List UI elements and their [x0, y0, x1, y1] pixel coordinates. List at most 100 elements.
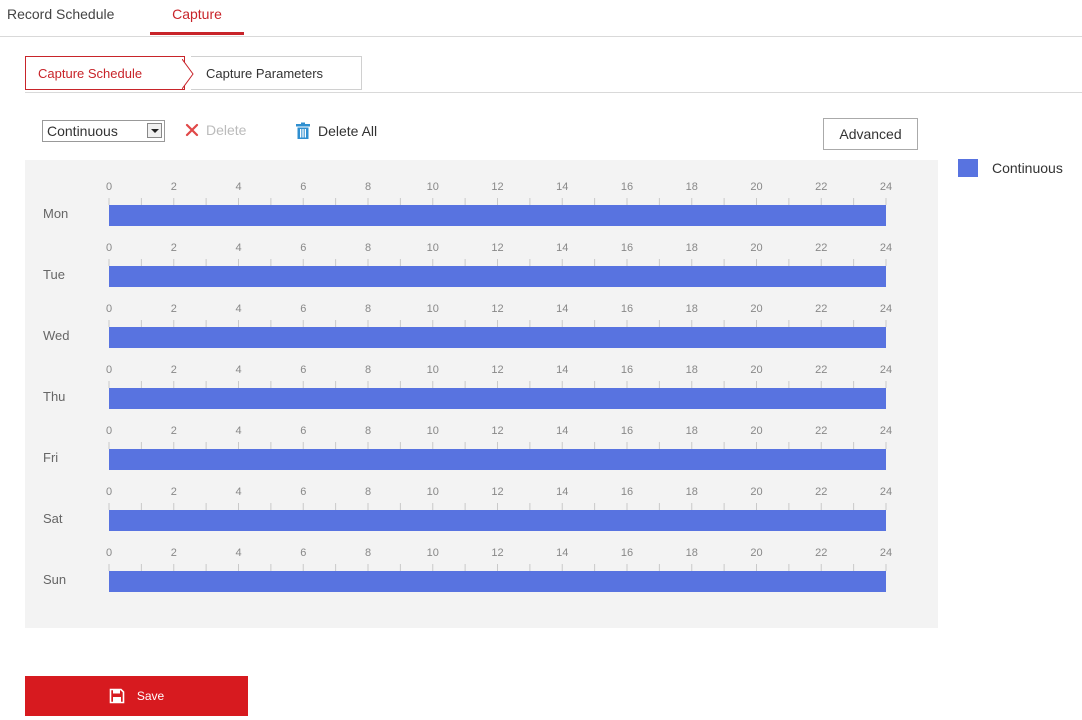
- hour-tick-label: 16: [621, 242, 633, 254]
- hour-tick-label: 24: [880, 242, 892, 254]
- hour-tick-label: 6: [300, 364, 306, 376]
- hour-tick-label: 20: [750, 364, 762, 376]
- hour-tick-label: 2: [171, 242, 177, 254]
- hour-tick-label: 8: [365, 364, 371, 376]
- hour-tick-label: 22: [815, 364, 827, 376]
- hour-tick-label: 20: [750, 303, 762, 315]
- hour-tick-label: 20: [750, 486, 762, 498]
- delete-label: Delete: [206, 122, 247, 138]
- hour-tick-label: 4: [235, 242, 241, 254]
- hour-tick-label: 4: [235, 425, 241, 437]
- tab-capture-parameters[interactable]: Capture Parameters: [191, 56, 362, 90]
- schedule-bar-mon[interactable]: [109, 205, 886, 226]
- sub-tab-bar: Capture Schedule Capture Parameters: [25, 56, 1082, 93]
- hour-tick-label: 2: [171, 547, 177, 559]
- schedule-bar-tue[interactable]: [109, 266, 886, 287]
- hour-tick-label: 14: [556, 303, 568, 315]
- hour-tick-label: 0: [106, 364, 112, 376]
- hour-tick-label: 10: [427, 547, 439, 559]
- dropdown-arrow-icon[interactable]: [147, 123, 162, 138]
- hour-tick-label: 22: [815, 181, 827, 193]
- day-label: Thu: [43, 389, 65, 404]
- hour-tick-label: 10: [427, 242, 439, 254]
- hour-tick-label: 24: [880, 486, 892, 498]
- delete-button[interactable]: Delete: [184, 122, 246, 138]
- schedule-bar-sun[interactable]: [109, 571, 886, 592]
- hour-tick-label: 2: [171, 364, 177, 376]
- hour-tick-label: 24: [880, 364, 892, 376]
- hour-tick-label: 4: [235, 181, 241, 193]
- tab-record-schedule[interactable]: Record Schedule: [7, 6, 114, 22]
- save-button[interactable]: Save: [25, 676, 248, 716]
- hour-tick-label: 22: [815, 547, 827, 559]
- hour-tick-label: 20: [750, 181, 762, 193]
- hour-tick-label: 8: [365, 425, 371, 437]
- hour-tick-label: 18: [686, 364, 698, 376]
- schedule-bar-thu[interactable]: [109, 388, 886, 409]
- schedule-bar-fri[interactable]: [109, 449, 886, 470]
- hour-tick-label: 18: [686, 425, 698, 437]
- hour-tick-label: 22: [815, 303, 827, 315]
- hour-tick-label: 2: [171, 303, 177, 315]
- hour-tick-label: 20: [750, 547, 762, 559]
- hour-tick-label: 10: [427, 364, 439, 376]
- schedule-toolbar: Continuous Delete Delete All Advanced: [42, 118, 922, 150]
- hour-tick-label: 16: [621, 303, 633, 315]
- hour-tick-label: 12: [491, 425, 503, 437]
- top-tab-bar: Record Schedule Capture: [0, 0, 1082, 37]
- hour-tick-label: 12: [491, 547, 503, 559]
- legend-label: Continuous: [992, 160, 1063, 176]
- hour-tick-label: 18: [686, 486, 698, 498]
- day-label: Sat: [43, 511, 63, 526]
- hour-tick-label: 22: [815, 242, 827, 254]
- hour-tick-label: 10: [427, 425, 439, 437]
- hour-tick-label: 0: [106, 486, 112, 498]
- active-tab-underline: [150, 32, 244, 35]
- hour-tick-label: 24: [880, 547, 892, 559]
- tab-capture-schedule[interactable]: Capture Schedule: [25, 56, 194, 90]
- hour-tick-label: 8: [365, 486, 371, 498]
- hour-tick-label: 10: [427, 486, 439, 498]
- hour-tick-label: 0: [106, 425, 112, 437]
- hour-tick-label: 6: [300, 547, 306, 559]
- close-icon: [185, 123, 199, 137]
- floppy-disk-icon: [109, 688, 125, 704]
- hour-tick-label: 4: [235, 303, 241, 315]
- hour-tick-label: 8: [365, 547, 371, 559]
- hour-tick-label: 12: [491, 181, 503, 193]
- hour-tick-label: 0: [106, 242, 112, 254]
- hour-tick-label: 12: [491, 303, 503, 315]
- hour-tick-label: 6: [300, 425, 306, 437]
- hour-tick-label: 14: [556, 242, 568, 254]
- hour-tick-label: 10: [427, 181, 439, 193]
- trash-icon: [296, 122, 310, 139]
- hour-tick-label: 12: [491, 364, 503, 376]
- schedule-bar-sat[interactable]: [109, 510, 886, 531]
- tab-capture-schedule-label: Capture Schedule: [38, 66, 143, 81]
- hour-tick-label: 14: [556, 181, 568, 193]
- tab-capture[interactable]: Capture: [150, 6, 244, 35]
- hour-tick-label: 8: [365, 242, 371, 254]
- hour-tick-label: 6: [300, 242, 306, 254]
- hour-tick-label: 0: [106, 303, 112, 315]
- tab-capture-parameters-label: Capture Parameters: [206, 66, 324, 81]
- delete-all-button[interactable]: Delete All: [294, 122, 377, 140]
- hour-tick-label: 2: [171, 425, 177, 437]
- schedule-type-select[interactable]: Continuous: [42, 120, 165, 142]
- hour-tick-label: 6: [300, 303, 306, 315]
- hour-tick-label: 20: [750, 425, 762, 437]
- hour-tick-label: 14: [556, 364, 568, 376]
- schedule-bar-wed[interactable]: [109, 327, 886, 348]
- hour-tick-label: 10: [427, 303, 439, 315]
- hour-tick-label: 16: [621, 425, 633, 437]
- hour-tick-label: 22: [815, 486, 827, 498]
- hour-tick-label: 16: [621, 547, 633, 559]
- hour-tick-label: 6: [300, 486, 306, 498]
- hour-tick-label: 0: [106, 547, 112, 559]
- advanced-button[interactable]: Advanced: [823, 118, 918, 150]
- hour-tick-label: 14: [556, 425, 568, 437]
- schedule-type-value: Continuous: [47, 123, 118, 139]
- hour-tick-label: 8: [365, 181, 371, 193]
- save-label: Save: [136, 689, 165, 703]
- day-label: Wed: [43, 328, 70, 343]
